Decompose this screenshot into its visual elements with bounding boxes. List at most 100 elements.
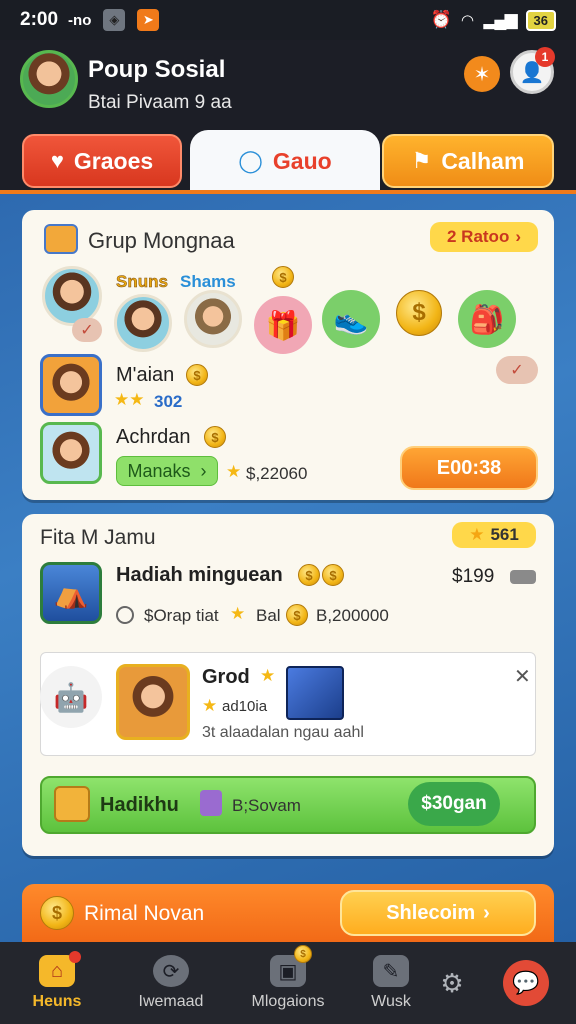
nav-label: Mlogaions [251,993,325,1010]
battery-indicator: 36 [525,9,556,31]
notification-app-icon: ◈ [103,9,126,31]
nav-label: Heuns [32,993,82,1010]
tab-graoes[interactable]: ♥ Graoes [22,134,182,188]
star-icon: ★ [469,525,485,544]
avatar-check-badge: ✓ [72,318,102,342]
treasure-cube-icon [286,666,344,720]
member-rating: 302 [154,392,183,411]
group-card-title: Grup Mongnaa [88,228,235,253]
reward-price-button[interactable]: $30gan [408,782,500,826]
check-toggle-button[interactable]: ✓ [496,356,538,384]
member-name-maian: M'aian [116,364,175,386]
nav-refresh[interactable]: ⟳ Iwemaad [126,942,216,1024]
sneaker-icon[interactable]: 👟 [322,290,380,348]
gold-coin-icon[interactable]: $ [396,290,442,336]
hero-portrait[interactable] [116,664,190,740]
app-title: Poup Sosial [88,56,226,83]
star-icon: ★ [226,462,242,481]
nav-gallery[interactable]: ▣ $ Mlogaions [238,942,338,1024]
nav-label: Wusk [371,993,411,1010]
task2-description: 3t alaadalan ngau aahl [202,724,364,741]
home-badge-dot [69,951,81,963]
star-icon: ★ [202,696,218,715]
member-avatar-achrdan[interactable] [40,422,102,484]
clock-icon [116,606,134,624]
tab-gauo[interactable]: ◯ Gauo [190,130,380,192]
member-avatar-maian[interactable] [40,354,102,416]
coin-icon: $ [322,564,344,586]
treasure-chest-icon[interactable]: 🎁 [254,296,312,354]
status-bar: 2:00 -no ◈ ➤ ⏰ ◠ ▂▄▆ 36 [0,0,576,40]
task-card-title: Fita M Jamu [40,526,156,549]
flag-icon: ⚑ [411,148,432,173]
status-extra: -no [68,11,92,29]
chevron-right-icon: › [483,901,490,924]
app-header: Poup Sosial Btai Pivaam 9 aa ✶ 👤 1 [0,40,576,130]
app-subtitle: Btai Pivaam 9 aa [88,92,232,113]
task1-title: Hadiah minguean [116,564,283,586]
coin-icon: $ [286,604,308,626]
potion-icon [200,790,222,816]
tab-calham[interactable]: ⚑ Calham [382,134,554,188]
user-avatar[interactable] [20,50,78,108]
coin-icon: $ [186,364,208,386]
task1-price: $199 [452,566,495,587]
close-icon[interactable]: ✕ [514,664,531,689]
group-ratio-badge[interactable]: 2 Ratoo › [430,222,538,252]
notification-badge: 1 [535,47,555,67]
banner-label: Rimal Novan [84,902,205,925]
reward-sub: B;Sovam [232,796,301,815]
weekly-gift-icon[interactable]: ⛺ [40,562,102,624]
gallery-icon: ▣ $ [270,945,312,987]
status-time: 2:00 [20,9,59,30]
robot-toy-icon: 🤖 [40,666,102,728]
member-score: $,22060 [246,464,308,483]
task2-subtitle: ad10ia [222,698,268,715]
nav-label: Iwemaad [138,993,204,1010]
star-icon: ★★ [114,390,145,409]
member-avatar-2[interactable] [114,294,172,352]
star-icon: ★ [230,604,246,623]
timer-button[interactable]: E00:38 [400,446,538,490]
edit-icon: ✎ [373,955,409,987]
gift-box-icon [44,224,78,254]
chat-bubble-icon: 💬 [503,960,549,1006]
profile-button[interactable]: 👤 1 [510,47,555,94]
task2-title: Grod [202,666,250,688]
banner-button-label: Shlecoim [386,901,476,924]
nav-edit[interactable]: ✎ Wusk [356,942,426,1024]
banner-action-button[interactable]: Shlecoim › [340,890,536,936]
bottom-navigation: ⌂ Heuns ⟳ Iwemaad ▣ $ Mlogaions ✎ Wusk ⚙… [0,942,576,1024]
chevron-right-icon: › [515,227,521,246]
nav-home[interactable]: ⌂ Heuns [22,942,92,1024]
send-app-icon: ➤ [137,9,160,31]
member-avatar-3[interactable] [184,290,242,348]
nav-chat[interactable]: 💬 [496,942,556,1024]
coin-icon: $ [272,266,294,288]
home-icon: ⌂ [39,951,81,987]
task1-meta2: Bal [256,606,281,625]
star-icon: ★ [260,666,276,685]
sparkle-icon: ✶ [473,63,491,86]
reward-box-icon [54,786,90,822]
label-snuns: Snuns [116,272,168,292]
task-badge[interactable]: ★ 561 [452,522,536,548]
refresh-icon: ⟳ [153,955,189,987]
task1-meta3: B,200000 [316,606,389,625]
coin-badge-icon: $ [294,945,312,963]
manaks-label: Manaks [127,460,191,481]
manaks-button[interactable]: Manaks › [116,456,218,486]
wifi-icon: ◠ [461,12,474,29]
tab-label: Gauo [272,147,332,174]
task1-meta1: $Orap tiat [144,606,219,625]
settings-gear-icon: ⚙ [440,967,464,998]
chevron-right-icon: › [200,460,207,481]
badge-label: 561 [490,525,519,544]
member-avatar-1[interactable] [42,266,102,326]
share-button[interactable]: ✶ [464,56,500,92]
nav-settings[interactable]: ⚙ [430,942,474,1024]
tab-bar: ♥ Graoes ◯ Gauo ⚑ Calham [0,130,576,192]
signal-icon: ▂▄▆ [483,10,517,29]
backpack-icon[interactable]: 🎒 [458,290,516,348]
tab-label: Graoes [73,147,154,174]
